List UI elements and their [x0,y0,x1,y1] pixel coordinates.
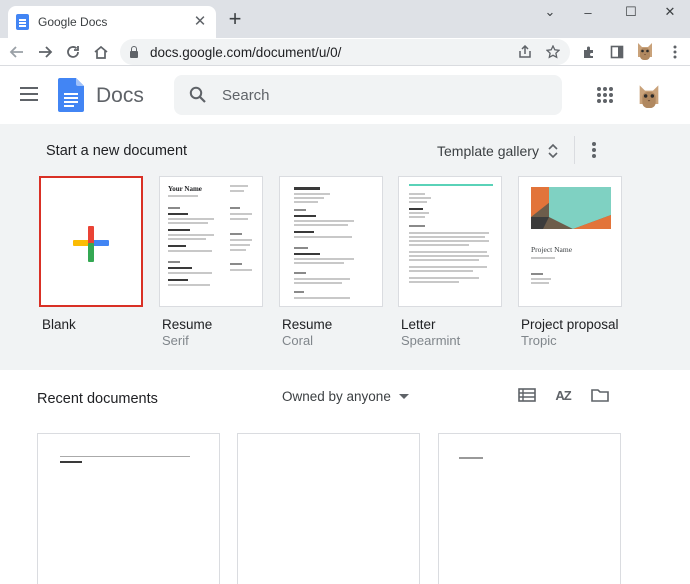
template-title: Resume [162,317,213,332]
menu-icon[interactable] [20,87,38,101]
search-bar[interactable] [174,75,562,115]
template-section: Start a new document Template gallery Bl… [0,124,690,370]
recent-documents-heading: Recent documents [37,391,158,407]
template-subtitle: Spearmint [401,333,461,348]
forward-icon[interactable] [34,41,56,63]
browser-tabstrip: Google Docs ✕ + ⌄ – ☐ ✕ [0,0,690,38]
profile-avatar[interactable] [636,41,654,61]
owner-filter-dropdown[interactable]: Owned by anyone [282,387,409,405]
sort-az-icon[interactable]: AZ [552,385,574,405]
list-view-icon[interactable] [516,385,538,405]
star-icon[interactable] [542,41,564,63]
divider [574,136,575,164]
recent-document-card[interactable] [237,433,420,584]
browser-tab[interactable]: Google Docs ✕ [8,6,216,38]
owner-filter-label: Owned by anyone [282,388,391,404]
lock-icon[interactable] [128,46,140,58]
template-preview-heading: Your Name [168,185,202,193]
side-panel-icon[interactable] [606,41,628,63]
extensions-icon[interactable] [578,41,600,63]
more-vert-icon[interactable] [584,139,604,161]
recent-document-card[interactable] [37,433,220,584]
template-preview-heading: Project Name [531,245,573,254]
template-subtitle: Serif [162,333,189,348]
minimize-button[interactable]: – [566,0,610,24]
apps-grid-icon[interactable] [597,87,613,103]
template-title: Letter [401,317,436,332]
docs-logo-icon[interactable] [58,78,84,112]
template-resume-coral-card[interactable] [279,176,383,307]
template-blank-card[interactable] [39,176,143,307]
tab-close-icon[interactable]: ✕ [192,14,208,30]
folder-icon[interactable] [589,385,611,405]
template-project-proposal-card[interactable]: Project Name [518,176,622,307]
template-title: Resume [282,317,333,332]
template-cover-graphic [519,177,621,235]
start-new-document-heading: Start a new document [46,143,188,159]
tab-title: Google Docs [38,15,108,29]
search-icon[interactable] [174,86,222,104]
maximize-button[interactable]: ☐ [609,0,653,24]
address-url: docs.google.com/document/u/0/ [150,44,342,60]
browser-menu-icon[interactable] [664,41,686,63]
reload-icon[interactable] [62,41,84,63]
unfold-icon [548,143,558,159]
app-name[interactable]: Docs [96,84,144,108]
back-icon[interactable] [6,41,28,63]
template-resume-serif-card[interactable]: Your Name [159,176,263,307]
docs-header: Docs [0,67,690,124]
template-gallery-button[interactable]: Template gallery [437,138,558,164]
recent-document-card[interactable] [438,433,621,584]
share-icon[interactable] [514,41,536,63]
template-subtitle: Coral [282,333,314,348]
docs-favicon-icon [16,14,29,30]
close-window-button[interactable]: ✕ [648,0,690,24]
template-letter-spearmint-card[interactable] [398,176,502,307]
template-title: Blank [42,317,76,332]
template-gallery-label: Template gallery [437,143,539,159]
browser-toolbar: docs.google.com/document/u/0/ [0,38,690,66]
search-input[interactable] [222,86,522,104]
dropdown-arrow-icon [398,393,409,399]
address-bar[interactable]: docs.google.com/document/u/0/ [120,39,570,65]
account-avatar[interactable] [637,82,661,110]
template-title: Project proposal [521,317,619,332]
home-icon[interactable] [90,41,112,63]
template-subtitle: Tropic [521,333,557,348]
plus-icon [73,226,109,262]
new-tab-button[interactable]: + [224,8,246,30]
